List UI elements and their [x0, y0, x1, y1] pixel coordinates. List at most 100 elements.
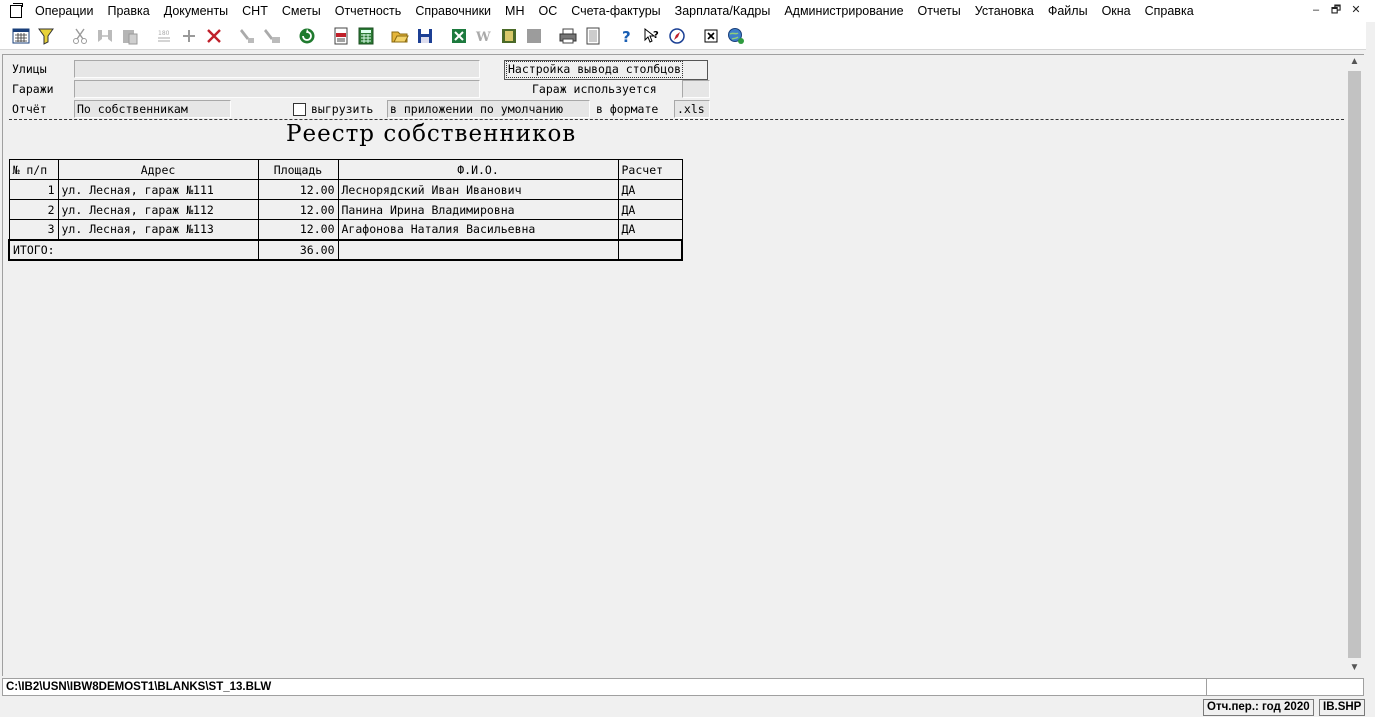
- menu-reports[interactable]: Отчеты: [911, 0, 968, 22]
- preview-icon[interactable]: [581, 24, 604, 47]
- menu-reporting[interactable]: Отчетность: [328, 0, 409, 22]
- pdf-document-icon[interactable]: [329, 24, 352, 47]
- calculator-icon[interactable]: [354, 24, 377, 47]
- header-divider: [9, 119, 1349, 120]
- numbering-icon[interactable]: 180: [152, 24, 175, 47]
- cell-name: Агафонова Наталия Васильевна: [337, 219, 619, 240]
- status-bar: Отч.пер.: год 2020 IB.SHP: [0, 698, 1375, 717]
- toolbar-separator: [441, 24, 442, 47]
- cell-num: 2: [8, 199, 59, 220]
- menu-edit[interactable]: Правка: [100, 0, 156, 22]
- toolbar-separator: [323, 24, 324, 47]
- menu-mn[interactable]: МН: [498, 0, 531, 22]
- table-row[interactable]: 3 ул. Лесная, гараж №113 12.00 Агафонова…: [8, 219, 683, 240]
- menu-files[interactable]: Файлы: [1041, 0, 1095, 22]
- export-checkbox[interactable]: [293, 103, 306, 116]
- report-form: Улицы Гаражи Отчёт По собственникам Наст…: [2, 54, 1364, 676]
- col-header-num: № п/п: [8, 159, 59, 180]
- copy-icon[interactable]: [93, 24, 116, 47]
- garages-field[interactable]: [74, 80, 480, 98]
- calendar-grid-icon[interactable]: [9, 24, 32, 47]
- globe-icon[interactable]: [724, 24, 747, 47]
- book-icon[interactable]: [497, 24, 520, 47]
- cell-area: 12.00: [257, 219, 339, 240]
- compass-icon[interactable]: [665, 24, 688, 47]
- vertical-scrollbar[interactable]: ▲ ▼: [1346, 55, 1363, 675]
- toolbar-separator: [609, 24, 610, 47]
- report-title: Реестр собственников: [286, 121, 577, 147]
- window-controls: – 🗗 ✕: [1306, 2, 1366, 18]
- menu-os[interactable]: ОС: [532, 0, 565, 22]
- col-header-area: Площадь: [257, 159, 339, 180]
- cell-num: 3: [8, 219, 59, 240]
- excel-icon[interactable]: [447, 24, 470, 47]
- report-table: № п/п Адрес Площадь Ф.И.О. Расчет 1 ул. …: [8, 159, 683, 261]
- table-row[interactable]: 2 ул. Лесная, гараж №112 12.00 Панина Ир…: [8, 199, 683, 220]
- total-empty-name: [337, 238, 619, 261]
- filter-icon[interactable]: [34, 24, 57, 47]
- app-document-icon[interactable]: [10, 2, 23, 18]
- menu-estimates[interactable]: Сметы: [275, 0, 328, 22]
- minimize-icon[interactable]: –: [1306, 2, 1326, 18]
- add-icon[interactable]: [177, 24, 200, 47]
- menu-documents[interactable]: Документы: [157, 0, 235, 22]
- menu-references[interactable]: Справочники: [408, 0, 498, 22]
- menu-setup[interactable]: Установка: [968, 0, 1041, 22]
- refresh-icon[interactable]: [295, 24, 318, 47]
- toolbar-separator: [146, 24, 147, 47]
- close-icon[interactable]: ✕: [1346, 2, 1366, 18]
- help-icon[interactable]: ?: [615, 24, 638, 47]
- archive-icon[interactable]: [522, 24, 545, 47]
- toolbar-separator: [230, 24, 231, 47]
- cell-name: Панина Ирина Владимировна: [337, 199, 619, 220]
- paste-icon[interactable]: [118, 24, 141, 47]
- export-format-field[interactable]: .xls: [674, 100, 710, 118]
- menu-invoices[interactable]: Счета-фактуры: [564, 0, 667, 22]
- export-app-select[interactable]: в приложении по умолчанию: [387, 100, 590, 118]
- toolbar-separator: [289, 24, 290, 47]
- open-folder-icon[interactable]: [388, 24, 411, 47]
- svg-text:?: ?: [622, 28, 631, 45]
- garage-used-field[interactable]: [682, 80, 710, 98]
- cell-area: 12.00: [257, 199, 339, 220]
- menu-help[interactable]: Справка: [1138, 0, 1201, 22]
- report-type-select[interactable]: По собственникам: [74, 100, 231, 118]
- file-path-bar: C:\IB2\USN\IBW8DEMOST1\BLANKS\ST_13.BLW: [2, 678, 1364, 696]
- menu-administration[interactable]: Администрирование: [777, 0, 910, 22]
- close-window-icon[interactable]: [699, 24, 722, 47]
- columns-setup-button[interactable]: Настройка вывода столбцов: [504, 60, 708, 80]
- menu-bar: Операции Правка Документы СНТ Сметы Отче…: [0, 0, 1375, 22]
- scroll-thumb[interactable]: [1348, 71, 1361, 658]
- brush-multi-icon[interactable]: [261, 24, 284, 47]
- brush-icon[interactable]: [236, 24, 259, 47]
- toolbar-separator: [382, 24, 383, 47]
- restore-icon[interactable]: 🗗: [1326, 2, 1346, 18]
- toolbar-separator: [550, 24, 551, 47]
- cut-icon[interactable]: [68, 24, 91, 47]
- context-help-icon[interactable]: ?: [640, 24, 663, 47]
- status-period: Отч.пер.: год 2020: [1203, 699, 1314, 716]
- export-format-label: в формате: [596, 102, 659, 116]
- menu-windows[interactable]: Окна: [1095, 0, 1138, 22]
- cell-calc: ДА: [617, 199, 683, 220]
- table-row[interactable]: 1 ул. Лесная, гараж №111 12.00 Леснорядс…: [8, 179, 683, 200]
- print-icon[interactable]: [556, 24, 579, 47]
- cell-name: Леснорядский Иван Иванович: [337, 179, 619, 200]
- save-icon[interactable]: [413, 24, 436, 47]
- scroll-up-icon[interactable]: ▲: [1346, 55, 1363, 69]
- garage-used-label: Гараж используется: [532, 82, 657, 96]
- menu-snt[interactable]: СНТ: [235, 0, 275, 22]
- word-icon[interactable]: W: [472, 24, 495, 47]
- file-path: C:\IB2\USN\IBW8DEMOST1\BLANKS\ST_13.BLW: [6, 681, 272, 693]
- table-header-row: № п/п Адрес Площадь Ф.И.О. Расчет: [8, 159, 683, 180]
- delete-icon[interactable]: [202, 24, 225, 47]
- streets-field[interactable]: [74, 60, 480, 78]
- menu-payroll[interactable]: Зарплата/Кадры: [668, 0, 778, 22]
- menu-operations[interactable]: Операции: [28, 0, 100, 22]
- cell-calc: ДА: [617, 179, 683, 200]
- cell-area: 12.00: [257, 179, 339, 200]
- total-area: 36.00: [257, 238, 339, 261]
- toolbar-separator: [62, 24, 63, 47]
- scroll-down-icon[interactable]: ▼: [1346, 661, 1363, 675]
- status-module: IB.SHP: [1319, 699, 1366, 716]
